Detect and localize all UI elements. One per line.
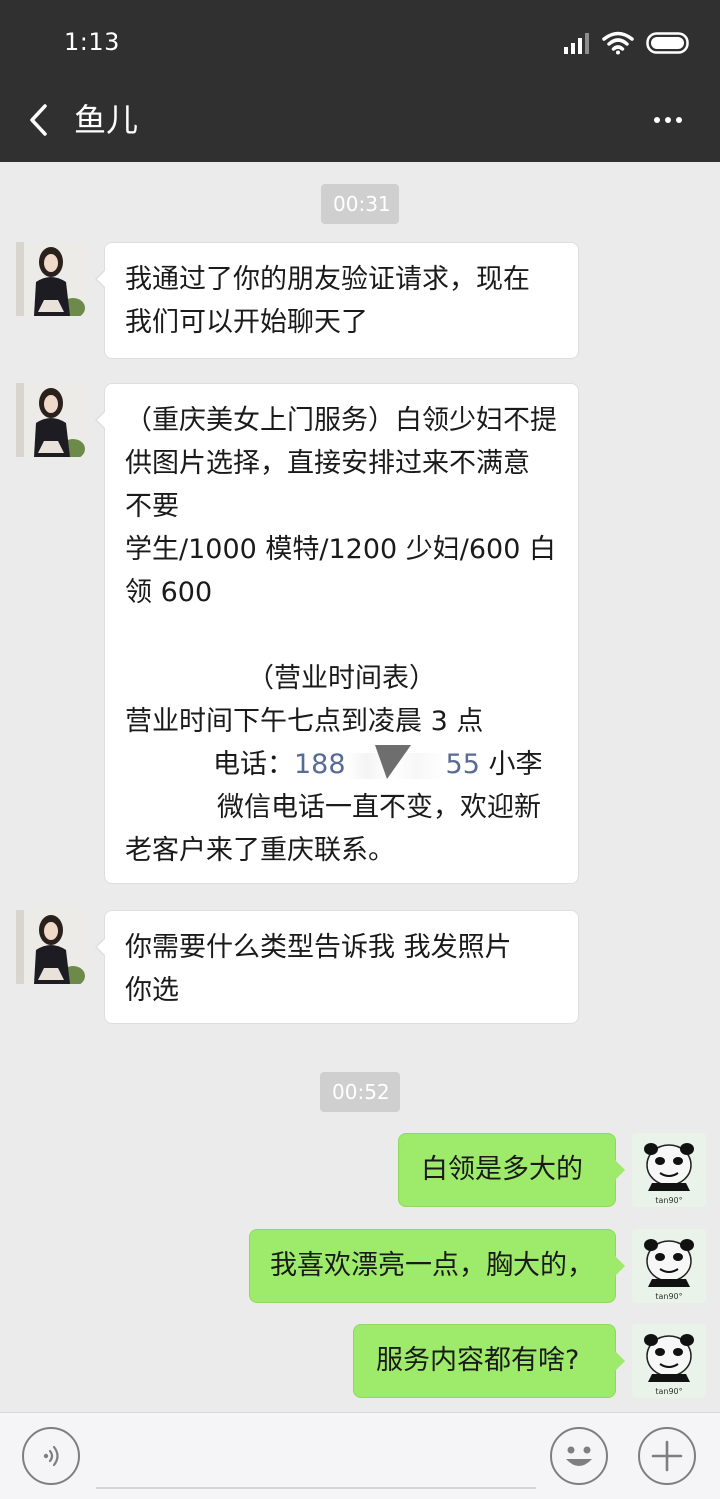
contact-name: 小李	[479, 749, 543, 780]
phone-line: 电话：188 55 小李	[125, 743, 558, 786]
emoji-button[interactable]	[550, 1427, 608, 1485]
message-bubble-received[interactable]: 你需要什么类型告诉我 我发照片 你选	[95, 910, 579, 1024]
sticker-caption: tan90°	[655, 1196, 682, 1205]
message-text: （重庆美女上门服务）白领少妇不提	[125, 405, 557, 436]
phone-number-end[interactable]: 55	[446, 749, 480, 780]
message-text: 我喜欢漂亮一点，胸大的，	[270, 1250, 594, 1281]
woman-portrait-icon	[14, 242, 88, 316]
input-bar	[0, 1412, 720, 1499]
message-text: 领 600	[125, 577, 213, 608]
redaction-mark	[345, 752, 446, 779]
sticker-caption: tan90°	[655, 1292, 682, 1301]
message-text: 学生/1000 模特/1200 少妇/600 白	[125, 534, 556, 565]
contact-avatar[interactable]	[14, 910, 88, 984]
battery-icon	[646, 32, 689, 54]
status-bar: 1:13	[0, 0, 720, 82]
timestamp: 00:31	[321, 184, 399, 224]
message-bubble-received[interactable]: 我通过了你的朋友验证请求，现在 我们可以开始聊天了	[95, 242, 579, 359]
message-text: 不要	[125, 491, 179, 522]
message-text: 微信电话一直不变，欢迎新	[217, 792, 541, 823]
chevron-left-icon	[30, 104, 47, 136]
more-dot-icon	[665, 117, 671, 123]
message-bubble-sent[interactable]: 服务内容都有啥?	[353, 1324, 625, 1398]
panda-meme-icon: tan90°	[632, 1229, 706, 1303]
message-text: 我们可以开始聊天了	[125, 307, 368, 338]
user-avatar[interactable]: tan90°	[632, 1324, 706, 1398]
timestamp: 00:52	[320, 1072, 400, 1112]
message-bubble-sent[interactable]: 白领是多大的	[398, 1133, 625, 1207]
panda-meme-icon: tan90°	[632, 1133, 706, 1207]
signal-icon	[564, 33, 589, 54]
phone-label: 电话：	[213, 749, 294, 780]
contact-avatar[interactable]	[14, 242, 88, 316]
more-dot-icon	[676, 117, 682, 123]
user-avatar[interactable]: tan90°	[632, 1133, 706, 1207]
message-bubble-sent[interactable]: 我喜欢漂亮一点，胸大的，	[249, 1229, 625, 1303]
woman-portrait-icon	[14, 383, 88, 457]
wifi-icon	[602, 31, 634, 55]
user-avatar[interactable]: tan90°	[632, 1229, 706, 1303]
message-text: 白领是多大的	[421, 1154, 583, 1185]
message-text: 服务内容都有啥?	[376, 1345, 580, 1376]
message-text: （营业时间表）	[247, 663, 436, 694]
back-button[interactable]	[20, 98, 56, 142]
plus-icon	[651, 1440, 683, 1472]
contact-avatar[interactable]	[14, 383, 88, 457]
message-text: 你需要什么类型告诉我 我发照片	[125, 932, 512, 963]
more-button[interactable]	[650, 106, 686, 134]
message-text: 老客户来了重庆联系。	[125, 835, 395, 866]
status-time: 1:13	[64, 28, 120, 56]
phone-number-start[interactable]: 188	[294, 749, 346, 780]
panda-meme-icon: tan90°	[632, 1324, 706, 1398]
chat-header: 鱼儿	[0, 82, 720, 162]
chat-title: 鱼儿	[74, 101, 139, 139]
message-text: 营业时间下午七点到凌晨 3 点	[125, 706, 484, 737]
sticker-caption: tan90°	[655, 1387, 682, 1396]
voice-icon	[43, 1445, 59, 1467]
message-bubble-received[interactable]: （重庆美女上门服务）白领少妇不提 供图片选择，直接安排过来不满意 不要 学生/1…	[95, 383, 579, 884]
message-text: 我通过了你的朋友验证请求，现在	[125, 264, 530, 295]
more-dot-icon	[654, 117, 660, 123]
message-input[interactable]	[96, 1423, 536, 1489]
smiley-icon	[566, 1446, 592, 1466]
woman-portrait-icon	[14, 910, 88, 984]
message-list[interactable]: 00:31 我通过了你的朋友验证请求，现在 我们可以开始聊天了 （重庆美女上门服…	[0, 162, 720, 1412]
message-text: 供图片选择，直接安排过来不满意	[125, 448, 530, 479]
more-functions-button[interactable]	[638, 1427, 696, 1485]
voice-button[interactable]	[22, 1427, 80, 1485]
status-icons	[564, 28, 692, 58]
message-text: 你选	[125, 975, 179, 1006]
